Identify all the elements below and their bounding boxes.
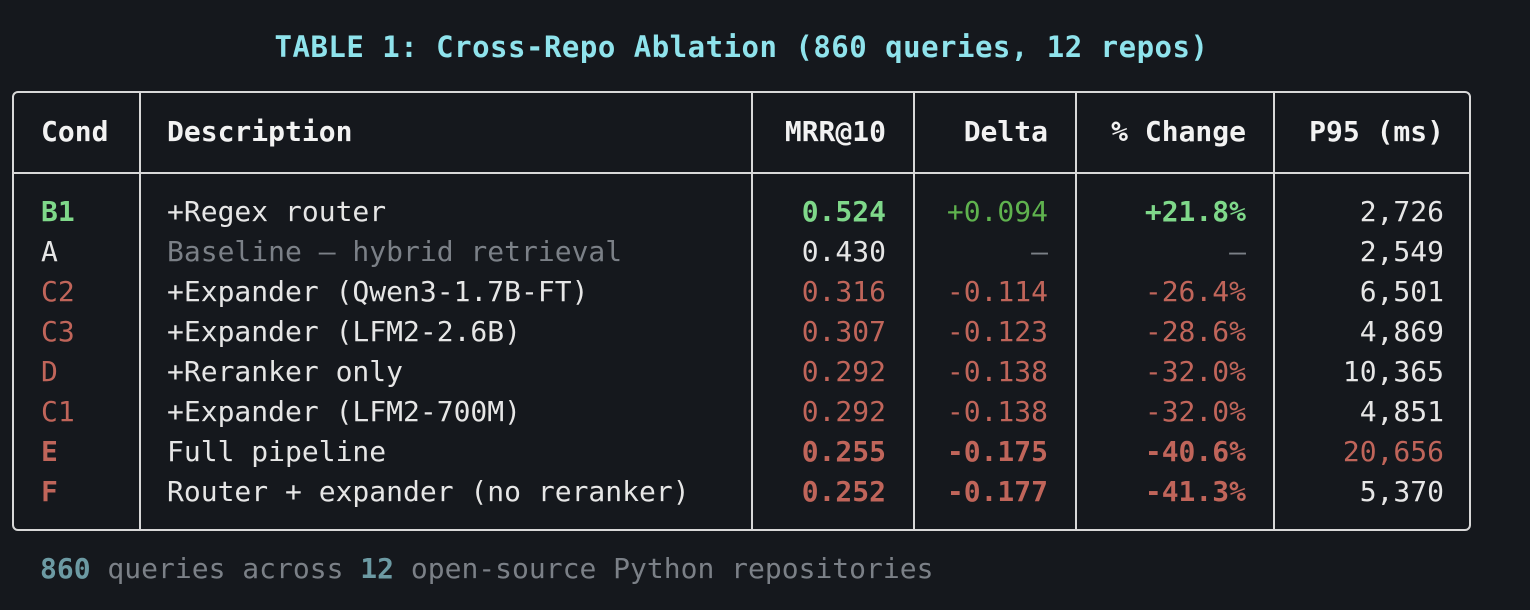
cell-change: — [1229,235,1246,268]
footnote-text: open-source Python repositories [394,552,934,585]
cell-delta: +0.094 [946,195,1048,228]
cell-description: Baseline — hybrid retrieval [167,235,623,268]
cell-change: -28.6% [1144,315,1246,348]
cell-change: -40.6% [1144,435,1246,468]
table-row: C3 +Expander (LFM2-2.6B) 0.307 -0.123 -28.6%… [14,312,1469,352]
header-cond: Cond [41,115,109,148]
table-row: C1 +Expander (LFM2-700M) 0.292 -0.138 -32.0%… [14,392,1469,432]
cell-delta: -0.138 [946,395,1048,428]
header-delta: Delta [963,115,1048,148]
header-p95: P95 (ms) [1309,115,1444,148]
cell-p95: 2,549 [1359,235,1444,268]
cell-p95: 5,370 [1359,475,1444,508]
header-change: % Change [1111,115,1246,148]
header-description: Description [167,115,353,148]
table-row: F Router + expander (no reranker) 0.252 -0.… [14,472,1469,512]
cell-description: +Expander (LFM2-700M) [167,395,522,428]
footnote-query-count: 860 [40,552,91,585]
table-row: E Full pipeline 0.255 -0.175 -40.6% 20,656 [14,432,1469,472]
cell-mrr: 0.252 [801,475,886,508]
cell-cond: C1 [41,395,75,428]
table-title: TABLE 1: Cross-Repo Ablation (860 querie… [274,30,1209,64]
footnote-text: queries across [90,552,361,585]
cell-mrr: 0.316 [801,275,886,308]
cell-p95: 2,726 [1359,195,1444,228]
cell-description: Full pipeline [167,435,387,468]
header-divider [14,172,1469,174]
cell-mrr: 0.292 [801,395,886,428]
table-row: C2 +Expander (Qwen3-1.7B-FT) 0.316 -0.114 -2… [14,272,1469,312]
cell-change: -32.0% [1144,395,1246,428]
cell-delta: — [1031,235,1048,268]
cell-cond: B1 [41,195,75,228]
cell-description: Router + expander (no reranker) [167,475,690,508]
header-mrr: MRR@10 [784,115,886,148]
cell-cond: F [41,475,58,508]
table-row: D +Reranker only 0.292 -0.138 -32.0% 10,365 [14,352,1469,392]
cell-p95: 6,501 [1359,275,1444,308]
cell-mrr: 0.430 [801,235,886,268]
cell-p95: 10,365 [1342,355,1444,388]
cell-delta: -0.177 [946,475,1048,508]
cell-p95: 4,851 [1359,395,1444,428]
table-footnote: 860 queries across 12 open-source Python… [40,552,933,585]
cell-mrr: 0.292 [801,355,886,388]
cell-p95: 4,869 [1359,315,1444,348]
cell-description: +Regex router [167,195,387,228]
ablation-table: Cond Description MRR@10 Delta % Change P… [12,91,1471,531]
cell-delta: -0.114 [946,275,1048,308]
cell-mrr: 0.307 [801,315,886,348]
cell-p95: 20,656 [1342,435,1444,468]
cell-change: +21.8% [1144,195,1246,228]
cell-cond: E [41,435,58,468]
cell-cond: C2 [41,275,75,308]
cell-delta: -0.138 [946,355,1048,388]
footnote-repo-count: 12 [360,552,395,585]
cell-cond: A [41,235,58,268]
table-row: A Baseline — hybrid retrieval 0.430 — — 2,549 [14,232,1469,272]
cell-description: +Reranker only [167,355,404,388]
cell-description: +Expander (LFM2-2.6B) [167,315,522,348]
cell-cond: C3 [41,315,75,348]
table-row: B1 +Regex router 0.524 +0.094 +21.8% 2,726 [14,192,1469,232]
cell-change: -26.4% [1144,275,1246,308]
cell-mrr: 0.255 [801,435,886,468]
cell-cond: D [41,355,58,388]
cell-description: +Expander (Qwen3-1.7B-FT) [167,275,589,308]
cell-change: -41.3% [1144,475,1246,508]
cell-delta: -0.123 [946,315,1048,348]
cell-mrr: 0.524 [801,195,886,228]
cell-change: -32.0% [1144,355,1246,388]
cell-delta: -0.175 [946,435,1048,468]
